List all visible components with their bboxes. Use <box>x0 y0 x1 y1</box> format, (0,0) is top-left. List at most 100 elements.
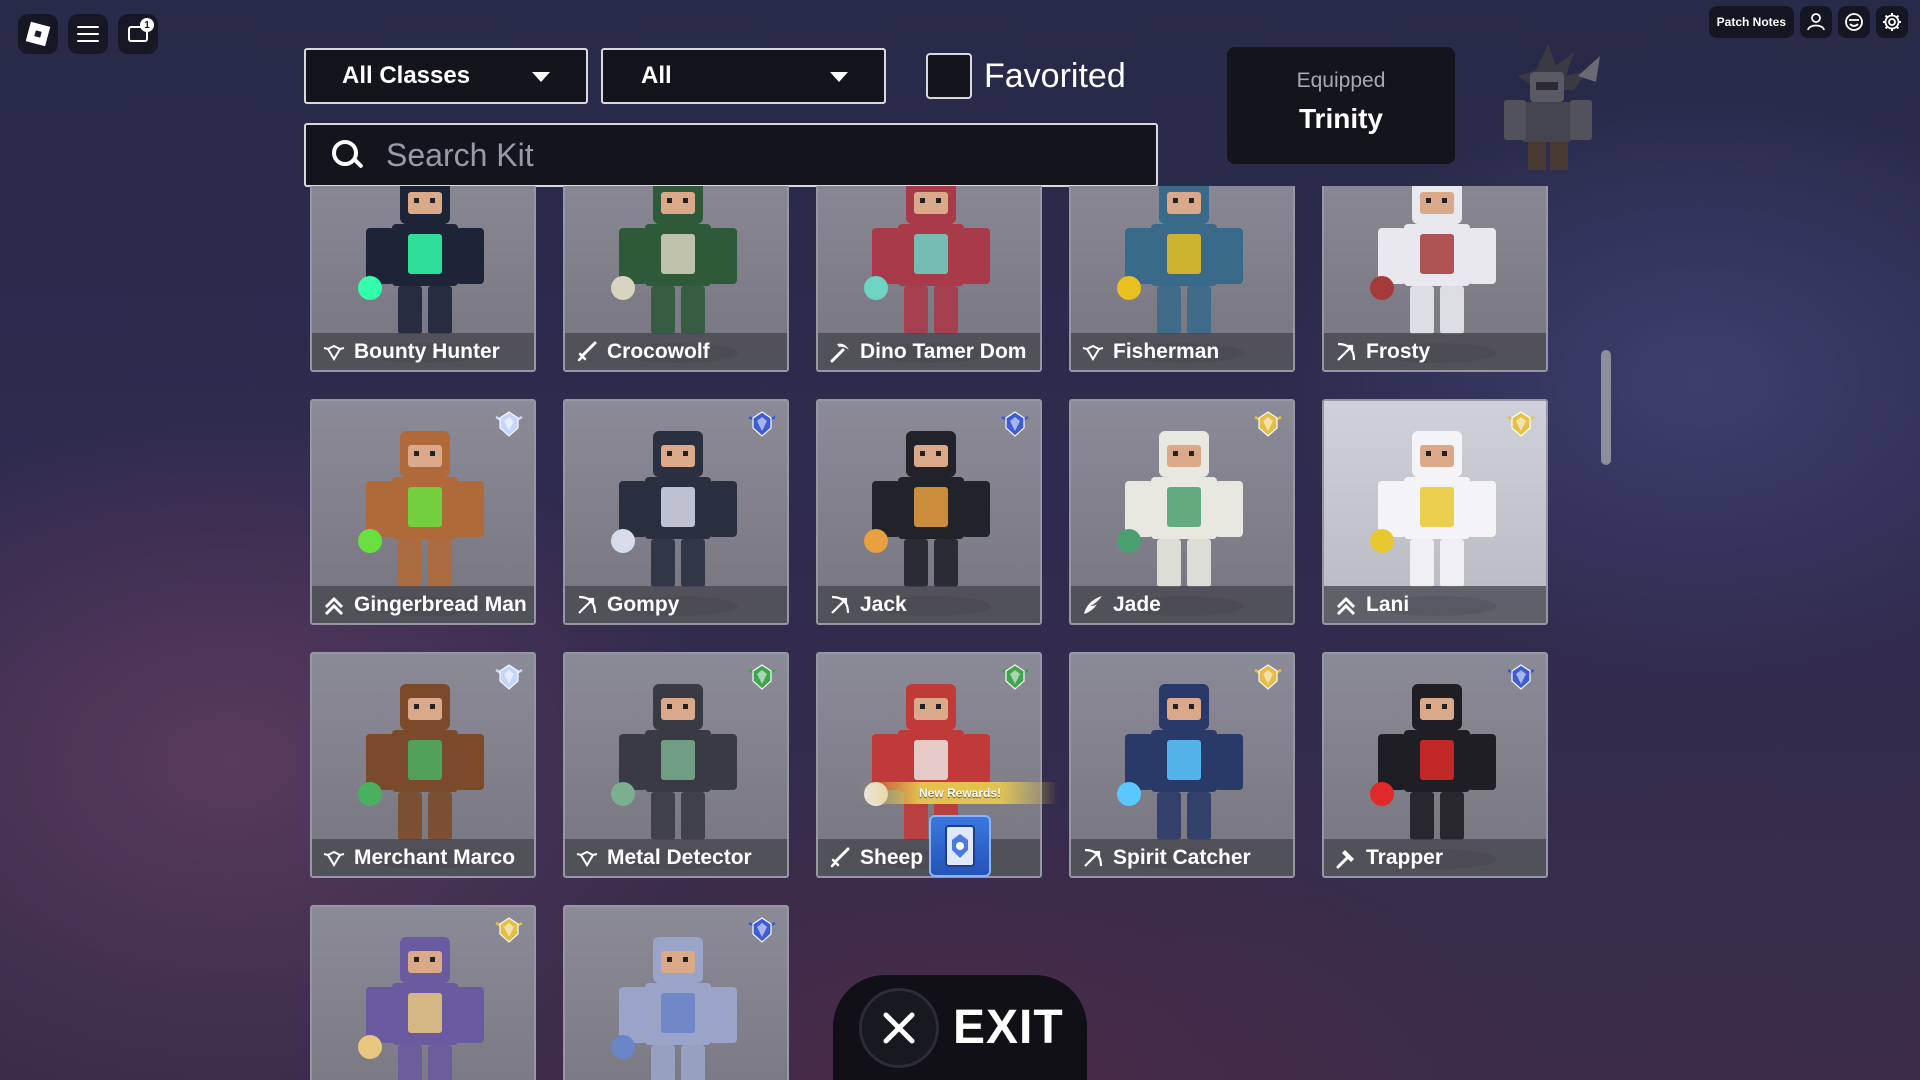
chevron-down-icon <box>532 72 550 82</box>
kit-name: Jack <box>860 592 907 616</box>
class-filter-dropdown[interactable]: All Classes <box>304 48 588 104</box>
close-icon <box>859 987 939 1068</box>
exit-button[interactable]: EXIT <box>833 975 1087 1080</box>
kit-name: Gompy <box>607 592 680 616</box>
rank-badge-icon <box>1506 662 1536 692</box>
emote-icon <box>1845 13 1863 31</box>
kit-card-slot-16[interactable] <box>310 905 536 1080</box>
kit-card-dino-tamer-dom[interactable]: Dino Tamer Dom <box>816 186 1042 372</box>
rank-badge-icon <box>494 915 524 945</box>
chevron-down-icon <box>830 72 848 82</box>
class-filter-value: All Classes <box>342 62 471 89</box>
kit-nameplate: Gingerbread Man <box>312 586 534 623</box>
kit-name: Sheep <box>860 845 924 869</box>
kit-name: Merchant Marco <box>354 845 516 869</box>
equipped-panel: Equipped Trinity <box>1227 47 1455 164</box>
rank-badge-icon <box>747 409 777 439</box>
rank-badge-icon <box>494 409 524 439</box>
shield-wings-icon <box>322 846 346 870</box>
shield-wings-icon <box>575 846 599 870</box>
profile-button[interactable] <box>1800 6 1832 38</box>
roblox-menu-button[interactable] <box>18 14 58 54</box>
search-icon <box>332 140 362 170</box>
rank-badge-icon <box>1000 409 1030 439</box>
kit-card-spirit-catcher[interactable]: Spirit Catcher <box>1069 652 1295 878</box>
pickaxe-icon <box>828 340 852 364</box>
rank-badge-icon <box>1000 662 1030 692</box>
kit-name: Dino Tamer Dom <box>860 339 1027 363</box>
favorited-checkbox[interactable] <box>926 53 972 99</box>
bow-icon <box>1334 340 1358 364</box>
kit-nameplate: Trapper <box>1324 839 1546 876</box>
kit-nameplate: Jack <box>818 586 1040 623</box>
kit-card-frosty[interactable]: Frosty <box>1322 186 1548 372</box>
kit-card-crocowolf[interactable]: Crocowolf <box>563 186 789 372</box>
kit-card-metal-detector[interactable]: Metal Detector <box>563 652 789 878</box>
wing-icon <box>1081 593 1105 617</box>
kit-name: Trapper <box>1366 845 1444 869</box>
kit-name: Metal Detector <box>607 845 752 869</box>
kit-name: Spirit Catcher <box>1113 845 1251 869</box>
kit-card-lani[interactable]: Lani <box>1322 399 1548 625</box>
kit-nameplate: Frosty <box>1324 333 1546 370</box>
kit-card-slot-17[interactable] <box>563 905 789 1080</box>
kit-name: Frosty <box>1366 339 1431 363</box>
kit-nameplate: Gompy <box>565 586 787 623</box>
sword-icon <box>828 846 852 870</box>
rank-badge-icon <box>1253 662 1283 692</box>
kit-nameplate: Dino Tamer Dom <box>818 333 1040 370</box>
settings-button[interactable] <box>1876 6 1908 38</box>
rank-badge-icon <box>747 662 777 692</box>
equipped-kit-avatar <box>1504 44 1600 170</box>
roblox-topbar-left: 1 <box>18 14 158 54</box>
kit-name: Gingerbread Man <box>354 592 527 616</box>
kit-nameplate: Merchant Marco <box>312 839 534 876</box>
kit-nameplate: Jade <box>1071 586 1293 623</box>
bow-icon <box>1081 846 1105 870</box>
kit-nameplate: Lani <box>1324 586 1546 623</box>
rarity-filter-value: All <box>641 62 672 89</box>
search-kit-field[interactable] <box>304 123 1158 187</box>
search-input[interactable] <box>384 135 1088 175</box>
kit-nameplate: Crocowolf <box>565 333 787 370</box>
kit-grid-scrollbar[interactable] <box>1601 350 1611 465</box>
hamburger-menu-button[interactable] <box>68 14 108 54</box>
kit-nameplate: Bounty Hunter <box>312 333 534 370</box>
kit-grid: Bounty Hunter Crocowolf Dino Tamer Dom Fish… <box>300 186 1560 1080</box>
reward-card-icon <box>945 825 975 867</box>
kit-card-trapper[interactable]: Trapper <box>1322 652 1548 878</box>
kit-name: Fisherman <box>1113 339 1220 363</box>
bow-icon <box>828 593 852 617</box>
kit-card-merchant-marco[interactable]: Merchant Marco <box>310 652 536 878</box>
kit-card-gingerbread-man[interactable]: Gingerbread Man <box>310 399 536 625</box>
chat-button[interactable]: 1 <box>118 14 158 54</box>
rarity-filter-dropdown[interactable]: All <box>601 48 886 104</box>
kit-card-bounty-hunter[interactable]: Bounty Hunter <box>310 186 536 372</box>
hammer-icon <box>1334 846 1358 870</box>
notification-badge: 1 <box>140 18 154 32</box>
kit-card-jade[interactable]: Jade <box>1069 399 1295 625</box>
exit-label: EXIT <box>953 1001 1064 1054</box>
reward-card-button[interactable] <box>929 815 991 877</box>
rank-badge-icon <box>1506 409 1536 439</box>
rank-badge-icon <box>747 915 777 945</box>
person-icon <box>1807 13 1825 31</box>
kit-card-gompy[interactable]: Gompy <box>563 399 789 625</box>
equipped-label: Equipped <box>1296 69 1386 92</box>
equipped-kit-name: Trinity <box>1298 103 1383 134</box>
roblox-logo-icon <box>25 21 51 47</box>
kit-name: Bounty Hunter <box>354 339 500 363</box>
patch-notes-button[interactable]: Patch Notes <box>1708 6 1794 38</box>
chevron-up-icon <box>1334 593 1358 617</box>
kit-card-fisherman[interactable]: Fisherman <box>1069 186 1295 372</box>
bow-icon <box>575 593 599 617</box>
rank-badge-icon <box>494 662 524 692</box>
hamburger-icon <box>77 26 99 42</box>
favorited-label: Favorited <box>984 57 1126 95</box>
new-rewards-banner[interactable]: New Rewards! <box>862 782 1058 804</box>
sword-icon <box>575 340 599 364</box>
kit-nameplate: Spirit Catcher <box>1071 839 1293 876</box>
kit-card-jack[interactable]: Jack <box>816 399 1042 625</box>
kit-name: Lani <box>1366 592 1410 616</box>
emotes-button[interactable] <box>1838 6 1870 38</box>
